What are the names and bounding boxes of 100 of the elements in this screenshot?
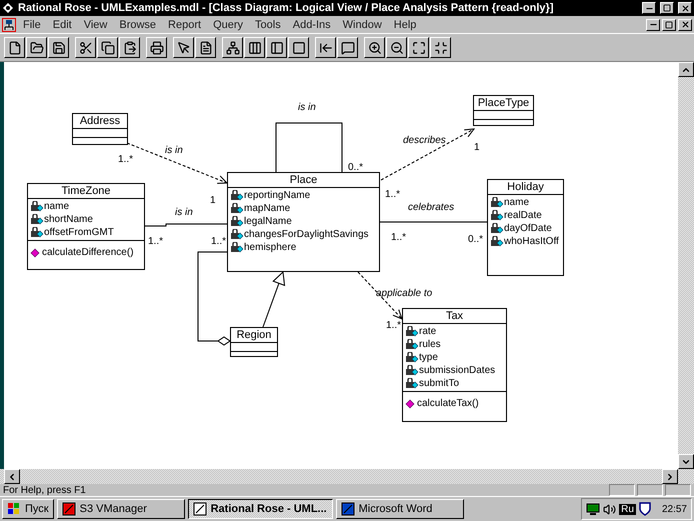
toolbar-button[interactable] [26,37,47,58]
toolbar-button[interactable] [288,37,309,58]
windows-flag-icon [7,503,21,515]
shield-icon [638,502,651,516]
class-box[interactable]: Tax rate rules type submissionDates submitTo calculateTax() [402,308,507,422]
toolbar-button[interactable] [244,37,265,58]
minimize-button[interactable] [646,18,660,30]
class-name: Holiday [488,180,563,195]
speaker-icon [603,502,616,516]
relation-label: is in [298,102,316,113]
attribute-name: name [504,197,530,208]
menu-item[interactable]: Add-Ins [288,18,336,30]
class-box[interactable]: PlaceType [473,95,534,126]
status-pane [609,484,635,496]
attribute-name: changesForDaylightSavings [244,229,369,240]
toolbar-button[interactable] [337,37,358,58]
folder-icon [30,40,44,54]
toolbar-button[interactable] [430,37,451,58]
relation-label: is in [175,207,193,218]
zoom-out-icon [390,40,404,54]
status-text: For Help, press F1 [3,484,87,496]
attribute-name: mapName [244,203,290,214]
menu-item[interactable]: Report [163,18,206,30]
attribute-icon [30,214,44,225]
toolbar-button[interactable] [364,37,385,58]
relation-label: is in [165,145,183,156]
language-indicator[interactable]: Ru [619,504,636,514]
toolbar-button[interactable] [408,37,429,58]
menu-item[interactable]: Query [208,18,248,30]
taskbar-button[interactable]: S3 VManager [56,499,185,519]
attribute-name: hemisphere [244,242,296,253]
class-box[interactable]: Place reportingName mapName legalName changesForDaylightSavings hemisphere [227,172,380,272]
toolbar-button[interactable] [386,37,407,58]
relation-label: applicable to [376,288,432,299]
restore-button[interactable] [662,18,676,30]
toolbar-button[interactable] [48,37,69,58]
menu-item[interactable]: Help [388,18,422,30]
pointer-icon [176,40,190,54]
save-icon [52,40,66,54]
menu-item[interactable]: Edit [48,18,77,30]
attribute-icon [230,203,244,214]
multiplicity: 0..* [348,162,364,173]
toolbar-button[interactable] [119,37,140,58]
operation-name: calculateDifference() [42,247,134,258]
attribute-icon [405,339,419,350]
menu-item[interactable]: Browse [114,18,162,30]
toolbar-button[interactable] [4,37,25,58]
toolbar-button[interactable] [266,37,287,58]
class-name: Tax [403,309,506,324]
document-icon[interactable] [2,18,16,32]
toolbar-button[interactable] [146,37,167,58]
square-icon [292,40,306,54]
menu-item[interactable]: File [18,18,46,30]
close-icon [680,4,690,12]
columns-icon [248,40,262,54]
attribute-icon [490,210,504,221]
scroll-right-button[interactable] [662,469,678,484]
toolbar-button[interactable] [75,37,96,58]
attribute-name: offsetFromGMT [44,227,114,238]
attribute-icon [30,201,44,212]
printer-icon [150,40,164,54]
close-icon [680,20,690,29]
window-icon [62,502,76,516]
scroll-left-button[interactable] [4,469,20,484]
close-button[interactable] [678,18,692,30]
taskbar-button[interactable]: Microsoft Word [336,499,464,519]
start-button[interactable]: Пуск [2,499,54,519]
multiplicity: 1..* [211,236,226,247]
multiplicity: 1..* [391,232,406,243]
toolbar-button[interactable] [195,37,216,58]
class-box[interactable]: Region [230,327,278,357]
taskbar-button[interactable]: Rational Rose - UML... [188,499,333,519]
toolbar-button[interactable] [315,37,336,58]
toolbar-button[interactable] [97,37,118,58]
class-box[interactable]: Holiday name realDate dayOfDate whoHasItOff [487,179,564,276]
class-box[interactable]: TimeZone name shortName offsetFromGMT calculateDifference() [27,183,145,270]
multiplicity: 1 [474,142,480,153]
paste-icon [122,40,136,54]
class-name: Place [228,173,379,188]
attribute-icon [30,227,44,238]
menu-item[interactable]: Tools [250,18,286,30]
scroll-down-button[interactable] [678,454,694,469]
menu-item[interactable]: View [78,18,112,30]
status-pane [637,484,663,496]
toolbar-button[interactable] [173,37,194,58]
restore-icon [665,20,673,28]
close-button[interactable] [678,2,692,14]
monitor-icon [586,502,600,516]
association-line [276,122,342,172]
class-box[interactable]: Address [72,113,128,145]
minimize-button[interactable] [642,2,656,14]
toolbar-button[interactable] [222,37,243,58]
attribute-name: legalName [244,216,292,227]
window-title: Rational Rose - UMLExamples.mdl - [Class Diagram: Logical View / Place Analysis Pattern {read-only}] [18,2,554,14]
panel-icon [270,40,284,54]
relation-label: describes [403,135,446,146]
menu-item[interactable]: Window [338,18,387,30]
restore-button[interactable] [660,2,674,14]
minimize-icon [434,40,448,54]
scroll-up-button[interactable] [678,62,694,77]
